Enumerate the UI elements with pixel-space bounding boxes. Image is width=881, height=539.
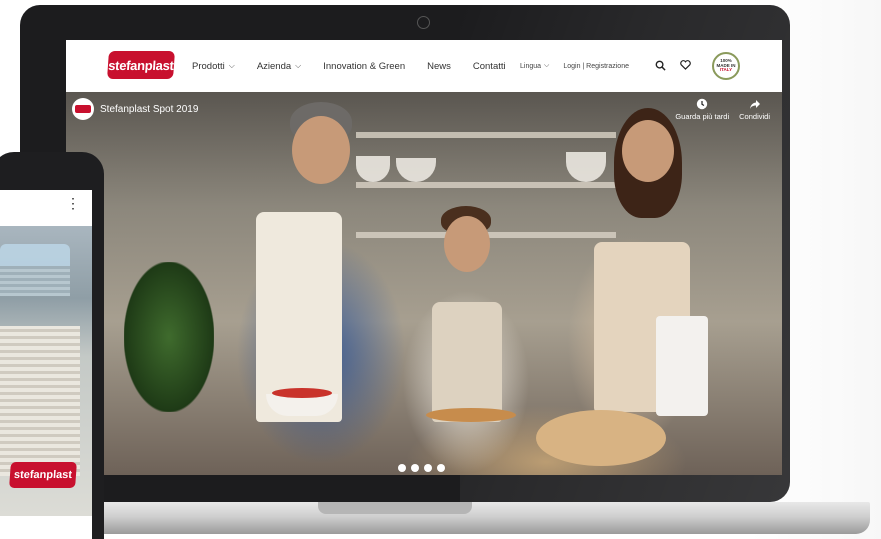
nav-item-news[interactable]: News xyxy=(427,61,451,72)
nav-label: News xyxy=(427,60,451,72)
watch-later-label: Guarda più tardi xyxy=(675,112,730,121)
chevron-down-icon: ⌵ xyxy=(295,61,302,70)
laptop-screen: stefanplast Prodotti ⌵ Azienda ⌵ Innovat… xyxy=(66,40,782,475)
nav-label: Contatti xyxy=(472,60,506,72)
laundry-basket xyxy=(0,326,80,476)
watch-later-button[interactable]: Guarda più tardi xyxy=(675,98,729,121)
nav-item-innovation-green[interactable]: Innovation & Green xyxy=(323,61,405,72)
plant xyxy=(124,262,214,412)
channel-avatar[interactable] xyxy=(72,98,94,120)
made-in-italy-badge: 100% MADE IN ITALY xyxy=(712,52,740,80)
person-head xyxy=(292,116,350,184)
bowl xyxy=(566,152,606,182)
phone-brand-logo[interactable]: stefanplast xyxy=(9,462,77,488)
laptop-camera xyxy=(417,16,430,29)
carousel-dot[interactable] xyxy=(437,464,445,472)
chevron-down-icon: ⌵ xyxy=(228,61,235,70)
laptop-base xyxy=(88,502,870,534)
nav-item-azienda[interactable]: Azienda ⌵ xyxy=(257,61,301,72)
hero-video[interactable]: Stefanplast Spot 2019 Guarda più tardi C… xyxy=(66,92,782,475)
carousel-dot[interactable] xyxy=(411,464,419,472)
basket xyxy=(0,266,70,296)
nav-label: Prodotti xyxy=(192,60,225,72)
video-title-bar[interactable]: Stefanplast Spot 2019 xyxy=(72,98,198,120)
carousel-dot[interactable] xyxy=(398,464,406,472)
language-selector[interactable]: Lingua ⌵ xyxy=(520,62,549,70)
carousel-dot[interactable] xyxy=(424,464,432,472)
laptop-base-notch xyxy=(318,502,472,514)
clock-icon xyxy=(697,98,708,110)
main-nav: Prodotti ⌵ Azienda ⌵ Innovation & Green … xyxy=(192,40,506,92)
search-icon[interactable] xyxy=(653,58,667,72)
utility-links: Lingua ⌵ Login | Registrazione xyxy=(520,40,629,92)
share-button[interactable]: Condividi xyxy=(739,98,770,121)
share-label: Condividi xyxy=(739,112,770,121)
laptop-lid: stefanplast Prodotti ⌵ Azienda ⌵ Innovat… xyxy=(20,5,790,502)
nav-item-prodotti[interactable]: Prodotti ⌵ xyxy=(192,61,235,72)
paper-towel xyxy=(656,316,708,416)
tomatoes xyxy=(272,388,332,398)
kebab-menu-icon[interactable]: ⋮ xyxy=(66,196,80,210)
brand-logo[interactable]: stefanplast xyxy=(107,51,175,79)
person-head xyxy=(622,120,674,182)
nav-label: Innovation & Green xyxy=(323,60,406,72)
language-label: Lingua xyxy=(520,62,542,70)
bread xyxy=(536,410,666,466)
chevron-down-icon: ⌵ xyxy=(544,62,550,69)
cake xyxy=(426,408,516,422)
heart-icon[interactable] xyxy=(678,58,692,72)
kitchen-shelf xyxy=(356,182,616,188)
nav-label: Azienda xyxy=(256,60,292,72)
apron xyxy=(432,302,502,422)
bowl xyxy=(356,156,390,182)
carousel-dots xyxy=(398,464,445,472)
video-title[interactable]: Stefanplast Spot 2019 xyxy=(100,104,198,115)
person-head xyxy=(444,216,490,272)
video-actions: Guarda più tardi Condividi xyxy=(675,98,770,121)
site-header: stefanplast Prodotti ⌵ Azienda ⌵ Innovat… xyxy=(66,40,782,92)
phone-screen: ⋮ stefanplast xyxy=(0,190,92,539)
nav-item-contatti[interactable]: Contatti xyxy=(473,61,506,72)
login-register-link[interactable]: Login | Registrazione xyxy=(563,63,629,70)
bowl xyxy=(396,158,436,182)
badge-line3: ITALY xyxy=(719,67,733,73)
share-icon xyxy=(749,100,760,109)
kitchen-shelf xyxy=(356,132,616,138)
